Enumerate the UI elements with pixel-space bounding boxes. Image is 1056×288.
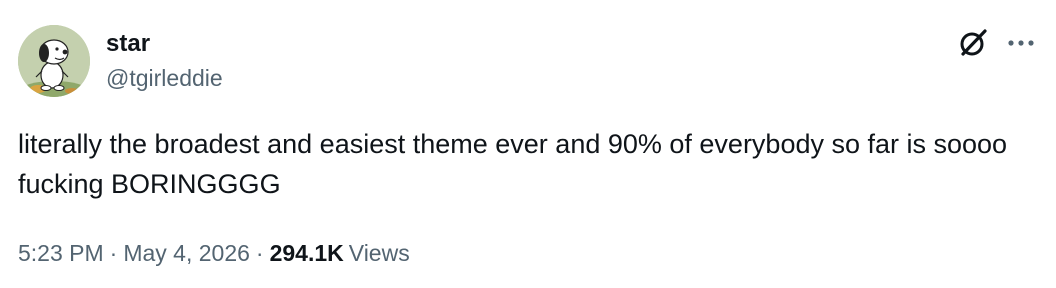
- author-handle[interactable]: @tgirleddie: [106, 64, 223, 92]
- separator: ·: [109, 240, 118, 266]
- tweet-metadata: 5:23 PM · May 4, 2026 · 294.1K Views: [18, 238, 410, 268]
- author-avatar[interactable]: [18, 25, 90, 97]
- author-display-name[interactable]: star: [106, 30, 150, 58]
- tweet-time[interactable]: 5:23 PM: [18, 240, 104, 266]
- views-label: Views: [348, 240, 410, 266]
- grok-icon[interactable]: [956, 26, 990, 60]
- tweet-card: star @tgirleddie literally the broadest …: [0, 0, 1056, 288]
- tweet-date[interactable]: May 4, 2026: [123, 240, 250, 266]
- snoopy-avatar-icon: [18, 25, 90, 97]
- tweet-text: literally the broadest and easiest theme…: [18, 129, 1015, 199]
- separator: ·: [255, 240, 264, 266]
- views-count: 294.1K: [269, 240, 344, 266]
- more-options-icon[interactable]: [1004, 30, 1038, 54]
